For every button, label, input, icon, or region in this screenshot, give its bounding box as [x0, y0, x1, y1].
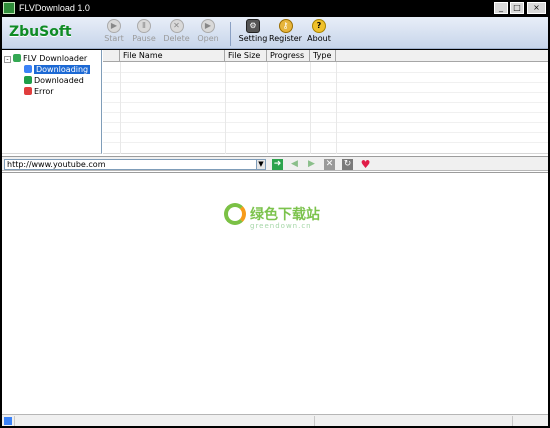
url-bar: ▼ ➜ ◀ ▶ ✕ ↻ ♥: [2, 156, 548, 171]
tree-item-downloaded[interactable]: Downloaded: [24, 75, 99, 86]
downloaded-icon: [24, 76, 32, 84]
title-bar: FLVDownload 1.0 _ □ ×: [0, 0, 550, 16]
downloader-icon: [13, 54, 21, 62]
column-file-size[interactable]: File Size: [225, 50, 267, 62]
window-title: FLVDownload 1.0: [19, 3, 90, 13]
delete-button[interactable]: ✕ Delete: [163, 19, 190, 47]
tree-label: Downloaded: [34, 76, 84, 85]
zbusoft-logo: ZbuSoft: [9, 24, 72, 40]
list-gridline: [103, 102, 548, 103]
toolbar: ZbuSoft ▶ Start Ⅱ Pause ✕ Delete ▶ Open …: [2, 17, 548, 49]
setting-label: Setting: [238, 34, 268, 43]
gear-icon: ⚙: [246, 19, 260, 33]
collapse-icon[interactable]: -: [4, 56, 11, 63]
favorite-icon[interactable]: ♥: [360, 159, 371, 170]
status-icon: [4, 417, 12, 425]
minimize-button[interactable]: _: [494, 2, 508, 14]
download-list[interactable]: File Name File Size Progress Type: [103, 50, 548, 154]
tree-root-label: FLV Downloader: [23, 54, 88, 63]
about-button[interactable]: ? About: [305, 19, 333, 47]
main-content: - FLV Downloader Downloading Downloaded E…: [2, 50, 548, 414]
list-column-line: [225, 62, 226, 154]
open-button[interactable]: ▶ Open: [197, 19, 219, 47]
status-panel-right: [512, 416, 548, 426]
key-icon: ⚷: [278, 19, 293, 33]
question-icon: ?: [312, 19, 326, 33]
downloading-icon: [24, 65, 32, 73]
embedded-browser[interactable]: 绿色下载站 greendown.cn: [2, 172, 548, 414]
tree-label: Downloading: [34, 65, 91, 74]
column-select[interactable]: [103, 50, 120, 62]
list-column-line: [267, 62, 268, 154]
column-file-name[interactable]: File Name: [120, 50, 225, 62]
status-panel-main: [14, 416, 314, 426]
stop-icon[interactable]: ✕: [324, 159, 335, 170]
list-gridline: [103, 112, 548, 113]
open-label: Open: [197, 34, 219, 43]
delete-icon: ✕: [169, 19, 184, 33]
watermark-title: 绿色下载站: [250, 207, 320, 223]
app-icon: [3, 2, 15, 14]
play-icon: ▶: [107, 19, 121, 33]
error-icon: [24, 87, 32, 95]
list-column-line: [120, 62, 121, 154]
list-gridline: [103, 132, 548, 133]
url-dropdown-button[interactable]: ▼: [256, 159, 266, 170]
url-input[interactable]: [4, 159, 266, 170]
category-tree: - FLV Downloader Downloading Downloaded E…: [2, 50, 102, 154]
watermark-subtitle: greendown.cn: [250, 222, 312, 230]
status-bar: [2, 414, 548, 426]
register-label: Register: [269, 34, 302, 43]
status-panel-secondary: [314, 416, 512, 426]
list-gridline: [103, 82, 548, 83]
app-window: FLVDownload 1.0 _ □ × ZbuSoft ▶ Start Ⅱ …: [0, 0, 550, 428]
list-gridline: [103, 142, 548, 143]
toolbar-separator: [230, 22, 231, 46]
refresh-icon[interactable]: ↻: [342, 159, 353, 170]
register-button[interactable]: ⚷ Register: [268, 19, 303, 47]
maximize-button[interactable]: □: [510, 2, 524, 14]
watermark-logo-icon: [224, 203, 246, 225]
tree-item-error[interactable]: Error: [24, 86, 99, 97]
tree-root[interactable]: - FLV Downloader: [4, 53, 100, 64]
pause-label: Pause: [132, 34, 156, 43]
pause-icon: Ⅱ: [137, 19, 151, 33]
close-button[interactable]: ×: [527, 2, 546, 14]
list-column-line: [336, 62, 337, 154]
tree-label: Error: [34, 87, 54, 96]
open-icon: ▶: [201, 19, 215, 33]
pause-button[interactable]: Ⅱ Pause: [131, 19, 157, 47]
back-icon[interactable]: ◀: [289, 159, 300, 170]
tree-item-downloading[interactable]: Downloading: [24, 64, 99, 75]
list-column-line: [310, 62, 311, 154]
list-gridline: [103, 72, 548, 73]
column-type[interactable]: Type: [310, 50, 336, 62]
delete-label: Delete: [163, 34, 190, 43]
start-label: Start: [104, 34, 124, 43]
list-header: File Name File Size Progress Type: [103, 50, 548, 62]
column-progress[interactable]: Progress: [267, 50, 310, 62]
about-label: About: [307, 34, 331, 43]
setting-button[interactable]: ⚙ Setting: [236, 19, 270, 47]
go-button[interactable]: ➜: [272, 159, 283, 170]
list-gridline: [103, 92, 548, 93]
start-button[interactable]: ▶ Start: [103, 19, 125, 47]
list-gridline: [103, 122, 548, 123]
forward-icon[interactable]: ▶: [306, 159, 317, 170]
